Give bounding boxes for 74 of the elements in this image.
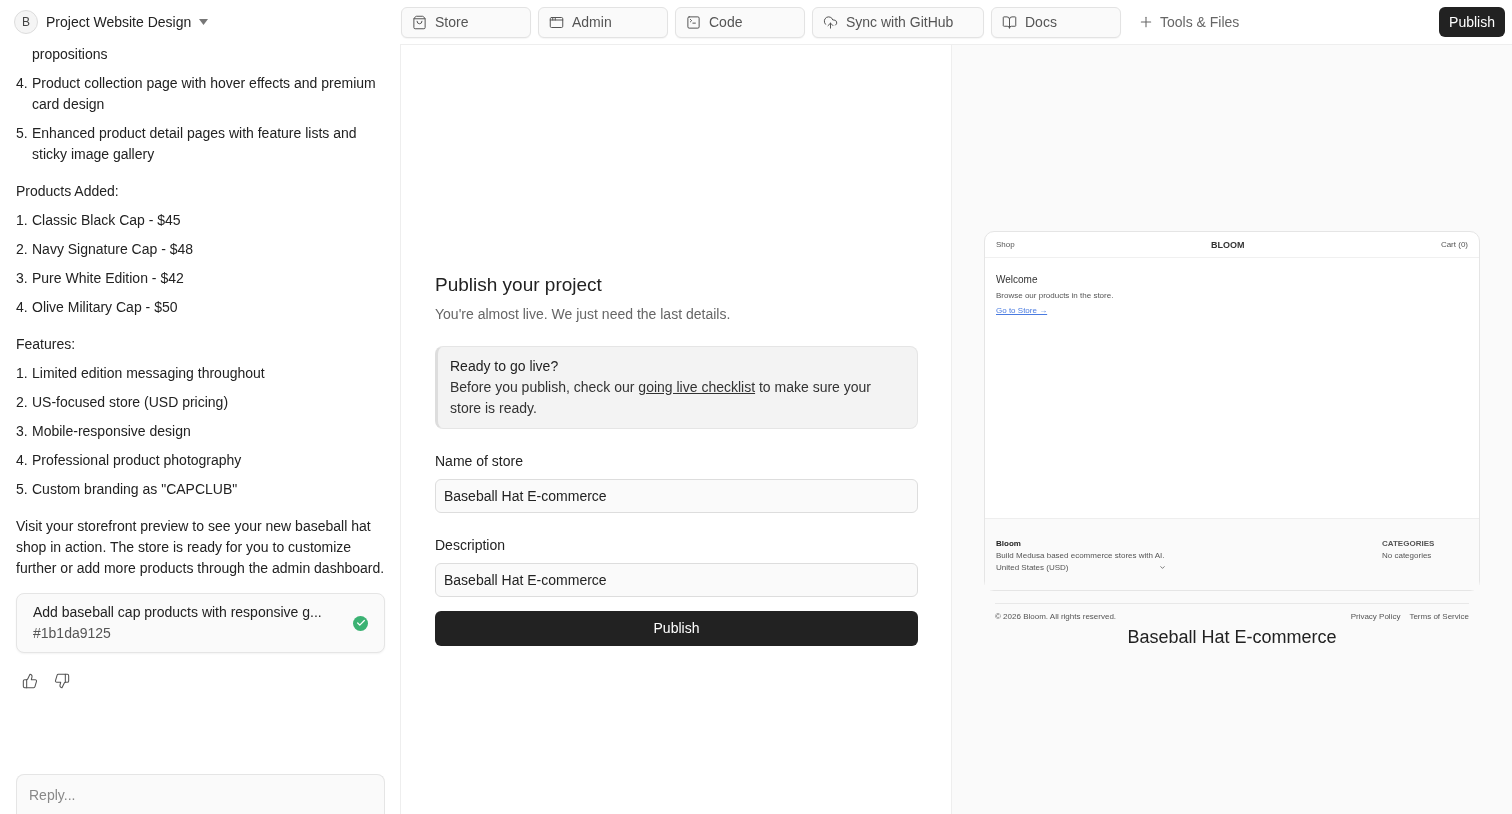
list-item-text: Limited edition messaging throughout — [32, 364, 265, 383]
form-subtitle: You're almost live. We just need the last details. — [435, 305, 732, 322]
list-item-text: Enhanced product detail pages with feature lists and sticky image gallery — [32, 124, 358, 164]
list-item-text: Custom branding as "CAPCLUB" — [32, 480, 238, 499]
categories-text: No categories — [1382, 551, 1433, 560]
list-number: 3. — [16, 269, 29, 288]
list-number: 4. — [16, 451, 29, 470]
notice-text: Before you publish, check our going live checklist to make sure your store is ready. — [450, 377, 872, 418]
store-name: Baseball Hat E-commerce — [1126, 627, 1338, 648]
list-number: 1. — [16, 364, 29, 383]
list-number: 5. — [16, 480, 29, 499]
thumbs-down-icon[interactable] — [54, 673, 70, 689]
footer-link[interactable]: Terms of Service — [1409, 612, 1469, 621]
list-item-text: Product collection page with hover effects and premium card design — [32, 74, 377, 114]
list-number: 5. — [16, 124, 29, 143]
list-item-text: Classic Black Cap - $45 — [32, 211, 181, 230]
list-number: 3. — [16, 422, 29, 441]
categories-heading: CATEGORIES — [1382, 539, 1436, 548]
list-item-text: Mobile-responsive design — [32, 422, 191, 441]
region-select[interactable]: United States (USD) — [996, 563, 1166, 572]
message-paragraph: Visit your storefront preview to see your new baseball hat shop in action. The store is ready for you to customize further or add more products through the admin dashboard. — [16, 517, 385, 578]
publish-button[interactable]: Publish — [435, 610, 918, 646]
hero-text: Browse our products in the store. — [996, 291, 1114, 300]
copyright-text: © 2026 Bloom. All rights reserved. — [995, 612, 1117, 621]
terminal-icon — [686, 14, 701, 30]
commit-title: Add baseball cap products with responsive g... — [33, 603, 323, 622]
plus-icon — [1138, 14, 1154, 30]
list-number: 4. — [16, 298, 29, 317]
chevron-icon — [1159, 564, 1166, 571]
reply-field[interactable]: Reply... — [16, 774, 385, 814]
store-link[interactable]: Go to Store → — [996, 306, 1048, 315]
thumbs-up-icon[interactable] — [22, 673, 38, 689]
window-icon — [549, 14, 564, 30]
list-number: 2. — [16, 393, 29, 412]
nav-link[interactable]: Cart (0) — [1440, 240, 1468, 249]
list-number: 4. — [16, 74, 29, 93]
tab[interactable]: Sync with GitHub — [812, 6, 984, 38]
notice-title: Ready to go live? — [450, 356, 560, 376]
tools-files-button[interactable]: Tools & Files — [1128, 14, 1250, 30]
text-field[interactable]: Baseball Hat E-commerce — [435, 478, 918, 513]
form-title: Publish your project — [435, 273, 603, 296]
list-item-text: Professional product photography — [32, 451, 242, 470]
field-label: Name of store — [435, 452, 524, 469]
list-number: 1. — [16, 211, 29, 230]
store-logo: BLOOM — [1211, 239, 1245, 250]
nav-link[interactable]: Shop — [996, 240, 1015, 249]
book-icon — [1002, 14, 1017, 30]
text-field[interactable]: Baseball Hat E-commerce — [435, 562, 918, 597]
list-number: 2. — [16, 240, 29, 259]
tab[interactable]: Admin — [538, 6, 668, 38]
hero-heading: Welcome — [996, 274, 1038, 285]
list-item-text: US-focused store (USD pricing) — [32, 393, 229, 412]
footer-link[interactable]: Privacy Policy — [1350, 612, 1401, 621]
project-avatar: B — [14, 10, 38, 34]
checklist-link[interactable]: going live checklist — [638, 378, 756, 395]
list-item-text: Olive Military Cap - $50 — [32, 298, 178, 317]
section-heading: Features: — [16, 335, 77, 354]
commit-hash: #1b1da9125 — [33, 624, 112, 643]
publish-button[interactable]: Publish — [1439, 7, 1505, 37]
caret-icon[interactable] — [199, 19, 209, 25]
list-item-text: Pure White Edition - $42 — [32, 269, 184, 288]
bag-icon — [412, 14, 427, 30]
tab[interactable]: Docs — [991, 6, 1121, 38]
tab[interactable]: Code — [675, 6, 805, 38]
footer-brand: Bloom — [996, 539, 1022, 548]
list-item-text: propositions — [32, 46, 108, 62]
cloud-upload-icon — [823, 14, 838, 30]
section-heading: Products Added: — [16, 182, 120, 201]
commit-card[interactable]: Add baseball cap products with responsive g... #1b1da9125 — [16, 593, 385, 653]
footer-tagline: Build Medusa based ecommerce stores with AI. — [996, 551, 1166, 560]
project-title[interactable]: Project Website Design — [46, 14, 192, 30]
tab[interactable]: Store — [401, 6, 531, 38]
list-item-text: Navy Signature Cap - $48 — [32, 240, 194, 259]
field-label: Description — [435, 536, 507, 553]
